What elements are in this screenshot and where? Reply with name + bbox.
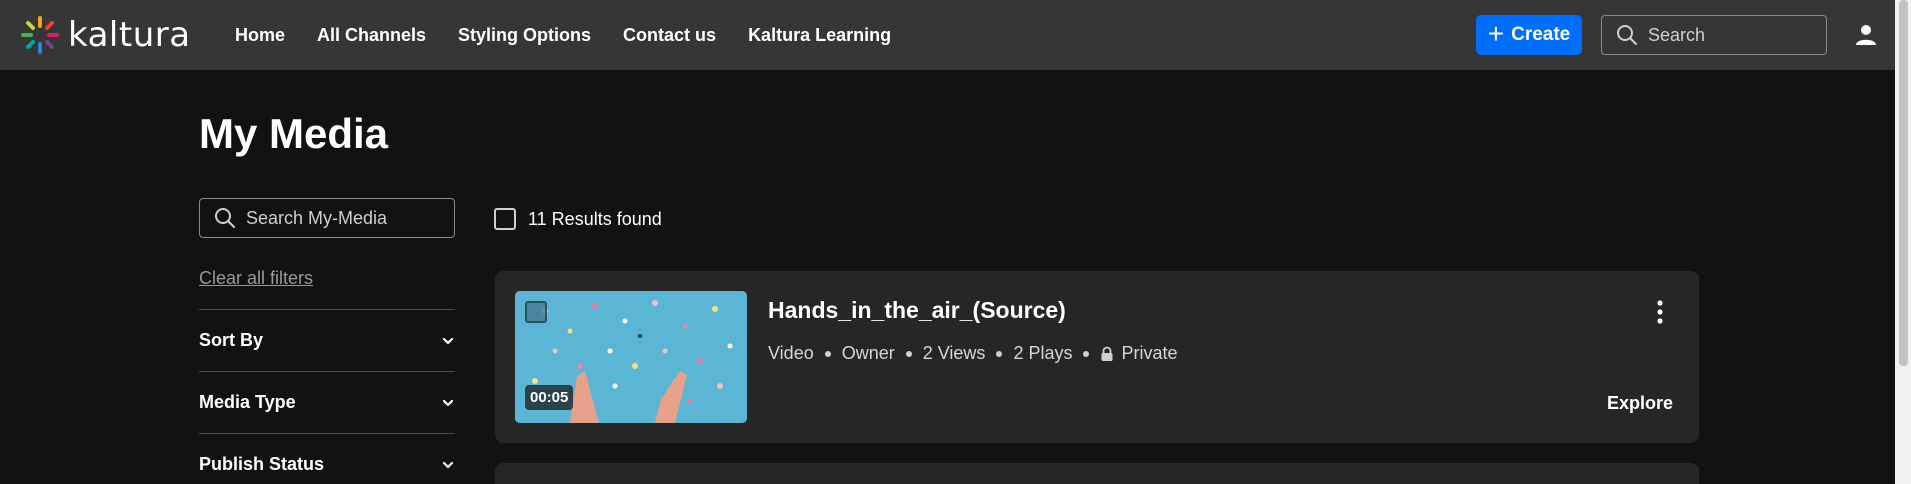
user-icon[interactable] xyxy=(1855,24,1877,46)
select-all-checkbox[interactable] xyxy=(494,208,516,230)
lock-icon xyxy=(1101,346,1113,361)
kaltura-logo[interactable]: kaltura xyxy=(20,14,191,56)
duration-badge: 00:05 xyxy=(525,385,574,410)
media-card: 00:05 Hands_in_the_air_(Source) Video Ow… xyxy=(495,271,1699,443)
filter-media-type[interactable]: Media Type xyxy=(199,371,455,433)
media-role: Owner xyxy=(841,343,895,363)
top-header: kaltura Home All Channels Styling Option… xyxy=(0,0,1895,70)
media-title[interactable]: Hands_in_the_air_(Source) xyxy=(768,297,1066,324)
create-button[interactable]: + Create xyxy=(1476,15,1582,55)
search-icon xyxy=(215,208,235,228)
filter-sort-by[interactable]: Sort By xyxy=(199,309,455,371)
filter-label: Sort By xyxy=(199,330,264,350)
chevron-down-icon xyxy=(442,399,454,406)
media-type: Video xyxy=(768,343,814,363)
nav-contact-us[interactable]: Contact us xyxy=(623,25,716,46)
chevron-down-icon xyxy=(442,337,454,344)
my-media-search-input[interactable] xyxy=(246,207,396,229)
logo-text: kaltura xyxy=(68,15,191,55)
nav-home[interactable]: Home xyxy=(235,25,285,46)
media-thumbnail[interactable]: 00:05 xyxy=(515,291,747,423)
plus-icon: + xyxy=(1487,17,1505,49)
media-views: 2 Views xyxy=(922,343,986,363)
global-search-input[interactable] xyxy=(1648,24,1798,46)
filter-label: Publish Status xyxy=(199,454,325,474)
media-meta: Video Owner 2 Views 2 Plays Private xyxy=(768,343,1178,364)
results-count: 11 Results found xyxy=(528,208,662,229)
media-privacy: Private xyxy=(1121,343,1178,363)
filter-publish-status[interactable]: Publish Status xyxy=(199,433,455,484)
separator-dot xyxy=(824,350,831,357)
create-button-label: Create xyxy=(1511,24,1571,45)
kaltura-logo-icon xyxy=(21,16,59,54)
nav-all-channels[interactable]: All Channels xyxy=(317,25,426,46)
media-plays: 2 Plays xyxy=(1013,343,1073,363)
global-search xyxy=(1601,15,1827,55)
media-card-partial xyxy=(495,463,1699,484)
filter-label: Media Type xyxy=(199,392,296,412)
clear-all-filters-link[interactable]: Clear all filters xyxy=(199,268,313,289)
page-scrollbar[interactable] xyxy=(1895,0,1911,484)
separator-dot xyxy=(905,350,912,357)
nav-styling-options[interactable]: Styling Options xyxy=(458,25,591,46)
separator-dot xyxy=(996,350,1003,357)
my-media-search xyxy=(199,198,455,238)
kebab-menu-icon[interactable] xyxy=(1655,299,1665,325)
media-select-checkbox[interactable] xyxy=(525,301,547,323)
scrollbar-thumb[interactable] xyxy=(1899,0,1908,366)
search-icon xyxy=(1617,25,1637,45)
chevron-down-icon xyxy=(442,461,454,468)
results-bar: 11 Results found xyxy=(494,208,662,230)
nav-kaltura-learning[interactable]: Kaltura Learning xyxy=(748,25,891,46)
explore-button[interactable]: Explore xyxy=(1607,393,1673,414)
separator-dot xyxy=(1083,350,1090,357)
main-nav: Home All Channels Styling Options Contac… xyxy=(235,0,923,70)
page-title: My Media xyxy=(199,110,389,157)
